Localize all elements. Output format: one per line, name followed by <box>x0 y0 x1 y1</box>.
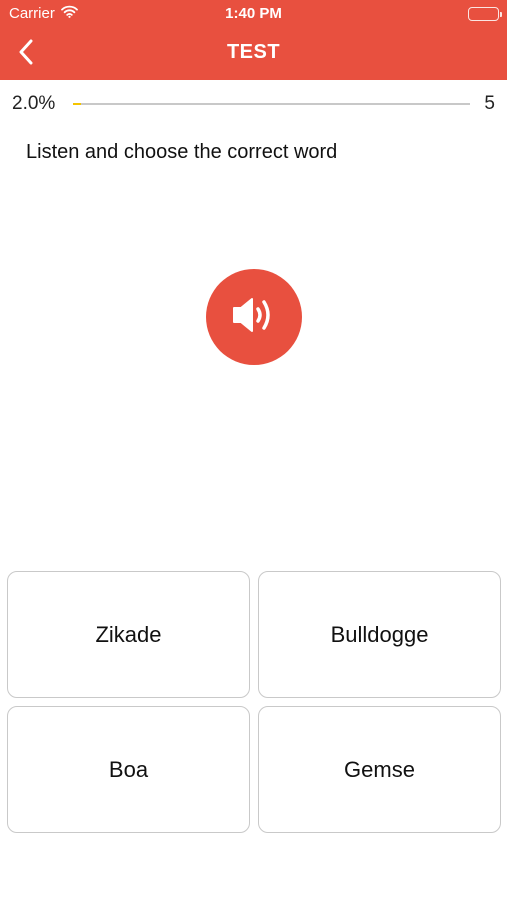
page-title: TEST <box>226 41 281 63</box>
answer-label: Zikade <box>95 621 162 647</box>
answer-grid: Zikade Bulldogge Boa Gemse <box>7 571 501 833</box>
answer-option-1[interactable]: Zikade <box>7 571 250 698</box>
progress-row: 2.0% 5 <box>0 88 507 120</box>
progress-fill <box>73 103 81 105</box>
answer-label: Boa <box>108 756 149 782</box>
answer-option-3[interactable]: Boa <box>7 706 250 833</box>
status-time: 1:40 PM <box>225 5 282 22</box>
question-count: 5 <box>484 93 495 114</box>
nav-bar: TEST <box>0 28 507 80</box>
question-prompt: Listen and choose the correct word <box>26 141 338 163</box>
answer-option-4[interactable]: Gemse <box>258 706 501 833</box>
speaker-icon <box>230 293 278 342</box>
progress-track <box>73 103 470 105</box>
battery-icon <box>468 7 502 21</box>
play-audio-button[interactable] <box>206 269 302 365</box>
status-bar: Carrier 1:40 PM <box>0 0 507 28</box>
progress-percent: 2.0% <box>12 93 56 114</box>
app-header: Carrier 1:40 PM TEST <box>0 0 507 80</box>
answer-label: Gemse <box>344 756 415 782</box>
answer-label: Bulldogge <box>330 621 429 647</box>
answer-option-2[interactable]: Bulldogge <box>258 571 501 698</box>
